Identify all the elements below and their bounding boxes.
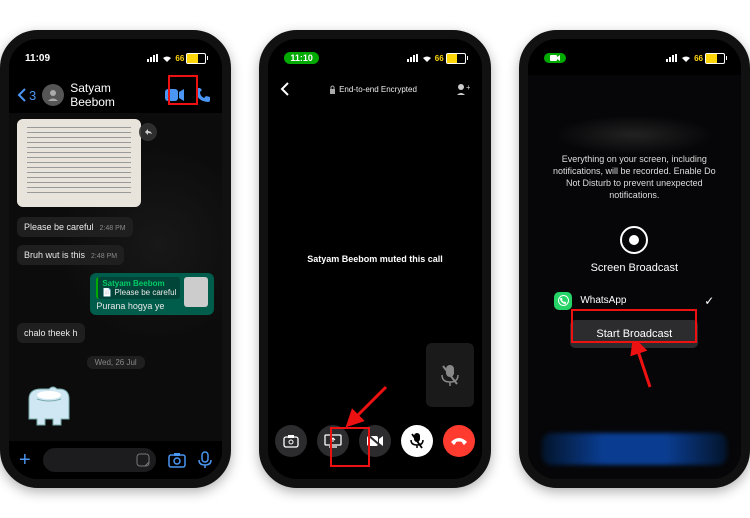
- broadcast-title: Screen Broadcast: [591, 262, 678, 274]
- message-out[interactable]: Satyam Beebom📄 Please be carefulPurana h…: [90, 273, 214, 315]
- screen-share-button[interactable]: [317, 425, 349, 457]
- sticker[interactable]: [19, 377, 79, 437]
- muted-label: Satyam Beebom muted this call: [307, 254, 443, 264]
- camera-icon[interactable]: [168, 452, 186, 468]
- back-count: 3: [29, 88, 36, 103]
- sticker-icon[interactable]: [136, 453, 150, 467]
- app-name: WhatsApp: [580, 295, 626, 306]
- status-pill: [544, 53, 566, 63]
- self-view[interactable]: [426, 343, 474, 407]
- mic-muted-icon: [440, 363, 460, 387]
- chat-header: 3 Satyam Beebom: [9, 77, 222, 113]
- message-in[interactable]: Bruh wut is this2:48 PM: [17, 245, 124, 265]
- plus-icon[interactable]: +: [19, 449, 31, 472]
- add-person-icon[interactable]: +: [456, 83, 470, 95]
- dynamic-island: [604, 49, 664, 68]
- message-in[interactable]: Please be careful2:48 PM: [17, 217, 133, 237]
- encryption-label: End-to-end Encrypted: [329, 85, 417, 94]
- flip-camera-button[interactable]: [275, 425, 307, 457]
- broadcast-notice: Everything on your screen, including not…: [546, 153, 723, 202]
- end-call-button[interactable]: [443, 425, 475, 457]
- status-right: 66: [147, 53, 206, 64]
- chat-area[interactable]: Please be careful2:48 PM Bruh wut is thi…: [9, 113, 222, 441]
- phone-broadcast: 66 Everything on your screen, including …: [519, 30, 750, 488]
- bottom-glow: [542, 433, 727, 465]
- start-broadcast-button[interactable]: Start Broadcast: [570, 320, 698, 348]
- mic-icon[interactable]: [198, 451, 212, 469]
- mute-button[interactable]: [401, 425, 433, 457]
- thumbnail: [184, 277, 208, 307]
- forward-icon[interactable]: [139, 123, 157, 141]
- contact-name[interactable]: Satyam Beebom: [70, 81, 158, 109]
- voice-call-icon[interactable]: [192, 84, 214, 106]
- image-message[interactable]: [17, 119, 141, 207]
- video-off-button[interactable]: [359, 425, 391, 457]
- check-icon: ✓: [704, 294, 714, 308]
- svg-text:+: +: [466, 83, 470, 92]
- broadcast-panel: Everything on your screen, including not…: [528, 75, 741, 479]
- call-header: End-to-end Encrypted +: [268, 77, 481, 101]
- chat-input-bar: +: [9, 441, 222, 479]
- back-icon[interactable]: [280, 82, 290, 96]
- whatsapp-icon: [554, 292, 572, 310]
- video-call-icon[interactable]: [164, 84, 186, 106]
- back-button[interactable]: 3: [17, 88, 36, 103]
- call-controls: [268, 417, 481, 465]
- message-in[interactable]: chalo theek h: [17, 323, 85, 343]
- status-right: 66: [666, 53, 725, 64]
- avatar[interactable]: [42, 84, 64, 106]
- message-input[interactable]: [43, 448, 157, 472]
- status-right: 66: [407, 53, 466, 64]
- status-time: 11:09: [25, 53, 50, 64]
- app-selector[interactable]: WhatsApp ✓: [554, 292, 714, 310]
- dynamic-island: [345, 49, 405, 68]
- dynamic-island: [86, 49, 146, 68]
- battery-label: 66: [175, 54, 184, 63]
- phone-chat: 11:09 66 3 Satyam Beebom Please be caref…: [0, 30, 231, 488]
- status-pill: 11:10: [284, 52, 319, 64]
- record-icon[interactable]: [620, 226, 648, 254]
- phone-video-call: 11:10 66 End-to-end Encrypted + Satyam B…: [259, 30, 490, 488]
- date-separator: Wed, 26 Jul: [9, 357, 222, 367]
